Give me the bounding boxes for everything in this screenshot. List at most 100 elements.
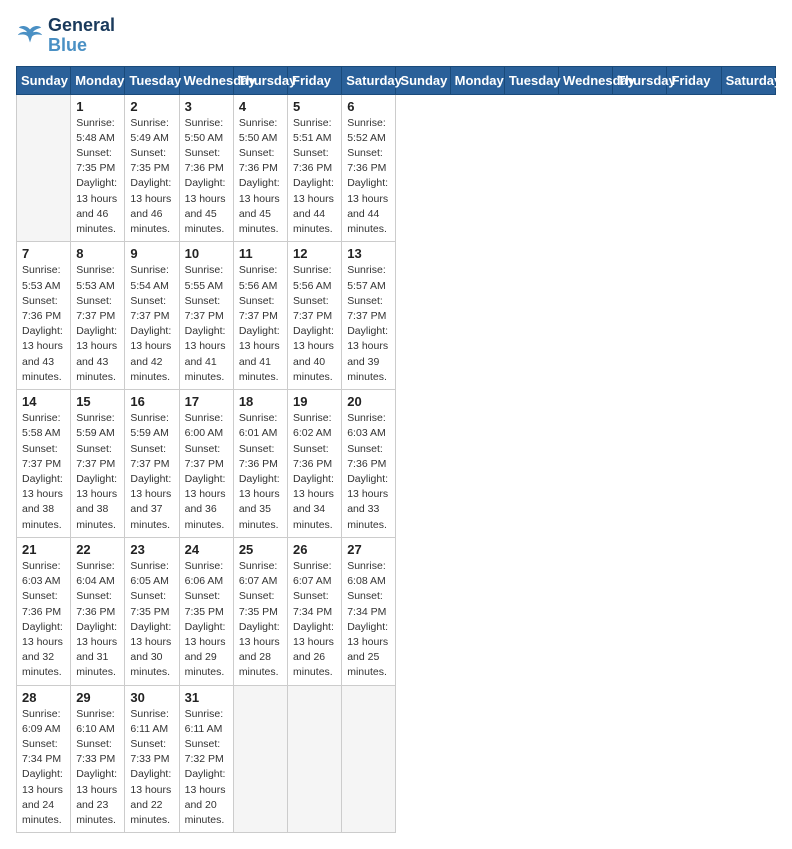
day-info: Sunrise: 5:50 AM Sunset: 7:36 PM Dayligh… [185, 116, 228, 238]
header-tuesday: Tuesday [125, 66, 179, 94]
header-thursday: Thursday [613, 66, 667, 94]
day-info: Sunrise: 6:08 AM Sunset: 7:34 PM Dayligh… [347, 559, 390, 681]
day-info: Sunrise: 5:55 AM Sunset: 7:37 PM Dayligh… [185, 263, 228, 385]
day-cell: 2 Sunrise: 5:49 AM Sunset: 7:35 PM Daylig… [125, 94, 179, 242]
day-info: Sunrise: 6:04 AM Sunset: 7:36 PM Dayligh… [76, 559, 119, 681]
day-number: 22 [76, 542, 119, 557]
day-number: 17 [185, 394, 228, 409]
day-info: Sunrise: 5:48 AM Sunset: 7:35 PM Dayligh… [76, 116, 119, 238]
day-cell: 19Sunrise: 6:02 AM Sunset: 7:36 PM Dayli… [288, 390, 342, 538]
day-info: Sunrise: 5:53 AM Sunset: 7:37 PM Dayligh… [76, 263, 119, 385]
day-number: 28 [22, 690, 65, 705]
day-info: Sunrise: 5:59 AM Sunset: 7:37 PM Dayligh… [130, 411, 173, 533]
header-wednesday: Wednesday [559, 66, 613, 94]
day-cell [17, 94, 71, 242]
header-wednesday: Wednesday [179, 66, 233, 94]
day-info: Sunrise: 5:56 AM Sunset: 7:37 PM Dayligh… [239, 263, 282, 385]
day-cell: 22 Sunrise: 6:04 AM Sunset: 7:36 PM Dayli… [71, 537, 125, 685]
day-cell: 29 Sunrise: 6:10 AM Sunset: 7:33 PM Dayli… [71, 685, 125, 833]
day-info: Sunrise: 6:10 AM Sunset: 7:33 PM Dayligh… [76, 707, 119, 829]
day-cell: 8 Sunrise: 5:53 AM Sunset: 7:37 PM Daylig… [71, 242, 125, 390]
week-row-1: 1 Sunrise: 5:48 AM Sunset: 7:35 PM Daylig… [17, 94, 776, 242]
day-number: 25 [239, 542, 282, 557]
day-cell: 14 Sunrise: 5:58 AM Sunset: 7:37 PM Dayli… [17, 390, 71, 538]
day-cell: 9Sunrise: 5:54 AM Sunset: 7:37 PM Daylig… [125, 242, 179, 390]
day-number: 7 [22, 246, 65, 261]
day-cell: 13 Sunrise: 5:57 AM Sunset: 7:37 PM Dayli… [342, 242, 396, 390]
day-number: 27 [347, 542, 390, 557]
day-cell: 5Sunrise: 5:51 AM Sunset: 7:36 PM Daylig… [288, 94, 342, 242]
day-info: Sunrise: 5:50 AM Sunset: 7:36 PM Dayligh… [239, 116, 282, 238]
day-cell: 27 Sunrise: 6:08 AM Sunset: 7:34 PM Dayli… [342, 537, 396, 685]
day-cell: 24 Sunrise: 6:06 AM Sunset: 7:35 PM Dayli… [179, 537, 233, 685]
day-cell: 21Sunrise: 6:03 AM Sunset: 7:36 PM Dayli… [17, 537, 71, 685]
day-info: Sunrise: 6:07 AM Sunset: 7:35 PM Dayligh… [239, 559, 282, 681]
day-info: Sunrise: 5:58 AM Sunset: 7:37 PM Dayligh… [22, 411, 65, 533]
day-number: 31 [185, 690, 228, 705]
header-friday: Friday [667, 66, 721, 94]
day-info: Sunrise: 6:07 AM Sunset: 7:34 PM Dayligh… [293, 559, 336, 681]
day-number: 30 [130, 690, 173, 705]
page-header: General Blue [16, 16, 776, 56]
header-monday: Monday [450, 66, 504, 94]
day-number: 24 [185, 542, 228, 557]
week-row-2: 7 Sunrise: 5:53 AM Sunset: 7:36 PM Daylig… [17, 242, 776, 390]
header-tuesday: Tuesday [504, 66, 558, 94]
day-info: Sunrise: 5:49 AM Sunset: 7:35 PM Dayligh… [130, 116, 173, 238]
day-number: 4 [239, 99, 282, 114]
header-sunday: Sunday [396, 66, 450, 94]
logo-bird-icon [16, 22, 44, 50]
day-info: Sunrise: 5:56 AM Sunset: 7:37 PM Dayligh… [293, 263, 336, 385]
day-cell [233, 685, 287, 833]
week-row-3: 14 Sunrise: 5:58 AM Sunset: 7:37 PM Dayli… [17, 390, 776, 538]
day-number: 8 [76, 246, 119, 261]
day-number: 9 [130, 246, 173, 261]
day-info: Sunrise: 5:52 AM Sunset: 7:36 PM Dayligh… [347, 116, 390, 238]
day-info: Sunrise: 6:03 AM Sunset: 7:36 PM Dayligh… [347, 411, 390, 533]
day-number: 23 [130, 542, 173, 557]
day-cell: 10 Sunrise: 5:55 AM Sunset: 7:37 PM Dayli… [179, 242, 233, 390]
header-thursday: Thursday [233, 66, 287, 94]
day-cell: 1 Sunrise: 5:48 AM Sunset: 7:35 PM Daylig… [71, 94, 125, 242]
day-cell: 17 Sunrise: 6:00 AM Sunset: 7:37 PM Dayli… [179, 390, 233, 538]
day-cell: 30 Sunrise: 6:11 AM Sunset: 7:33 PM Dayli… [125, 685, 179, 833]
day-cell [342, 685, 396, 833]
day-number: 10 [185, 246, 228, 261]
logo: General Blue [16, 16, 115, 56]
day-number: 19 [293, 394, 336, 409]
week-row-4: 21Sunrise: 6:03 AM Sunset: 7:36 PM Dayli… [17, 537, 776, 685]
day-info: Sunrise: 5:51 AM Sunset: 7:36 PM Dayligh… [293, 116, 336, 238]
day-cell: 28Sunrise: 6:09 AM Sunset: 7:34 PM Dayli… [17, 685, 71, 833]
day-cell [288, 685, 342, 833]
day-number: 12 [293, 246, 336, 261]
day-number: 29 [76, 690, 119, 705]
header-sunday: Sunday [17, 66, 71, 94]
logo-text: General Blue [48, 16, 115, 56]
day-cell: 26Sunrise: 6:07 AM Sunset: 7:34 PM Dayli… [288, 537, 342, 685]
header-saturday: Saturday [342, 66, 396, 94]
day-cell: 7 Sunrise: 5:53 AM Sunset: 7:36 PM Daylig… [17, 242, 71, 390]
day-info: Sunrise: 6:00 AM Sunset: 7:37 PM Dayligh… [185, 411, 228, 533]
day-number: 3 [185, 99, 228, 114]
day-number: 20 [347, 394, 390, 409]
header-saturday: Saturday [721, 66, 775, 94]
header-monday: Monday [71, 66, 125, 94]
day-number: 13 [347, 246, 390, 261]
day-cell: 6Sunrise: 5:52 AM Sunset: 7:36 PM Daylig… [342, 94, 396, 242]
day-info: Sunrise: 6:11 AM Sunset: 7:33 PM Dayligh… [130, 707, 173, 829]
header-friday: Friday [288, 66, 342, 94]
day-info: Sunrise: 6:06 AM Sunset: 7:35 PM Dayligh… [185, 559, 228, 681]
day-number: 15 [76, 394, 119, 409]
calendar-table: SundayMondayTuesdayWednesdayThursdayFrid… [16, 66, 776, 834]
header-row: SundayMondayTuesdayWednesdayThursdayFrid… [17, 66, 776, 94]
day-cell: 20 Sunrise: 6:03 AM Sunset: 7:36 PM Dayli… [342, 390, 396, 538]
week-row-5: 28Sunrise: 6:09 AM Sunset: 7:34 PM Dayli… [17, 685, 776, 833]
day-number: 14 [22, 394, 65, 409]
day-number: 1 [76, 99, 119, 114]
day-info: Sunrise: 5:53 AM Sunset: 7:36 PM Dayligh… [22, 263, 65, 385]
day-cell: 16Sunrise: 5:59 AM Sunset: 7:37 PM Dayli… [125, 390, 179, 538]
day-info: Sunrise: 5:57 AM Sunset: 7:37 PM Dayligh… [347, 263, 390, 385]
day-number: 2 [130, 99, 173, 114]
day-info: Sunrise: 6:05 AM Sunset: 7:35 PM Dayligh… [130, 559, 173, 681]
day-info: Sunrise: 5:59 AM Sunset: 7:37 PM Dayligh… [76, 411, 119, 533]
